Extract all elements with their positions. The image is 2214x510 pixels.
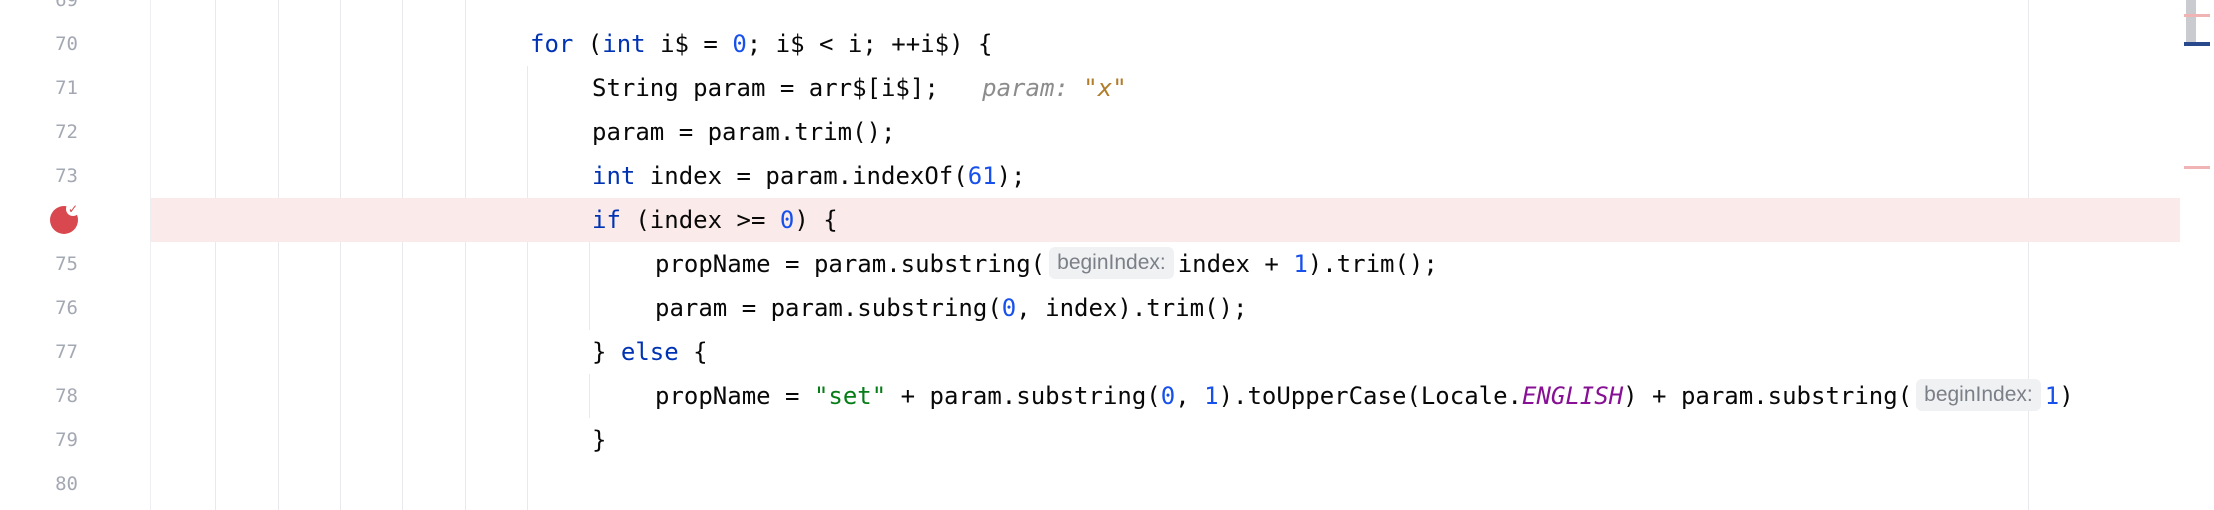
number-literal: 0	[732, 30, 747, 58]
string-literal: "set"	[813, 382, 887, 410]
code-text: propName = param.substring(beginIndex: in…	[655, 242, 1438, 286]
number-literal: 61	[967, 162, 997, 190]
number-literal: 0	[779, 206, 795, 234]
keyword: else	[620, 338, 679, 366]
code-token: (index >=	[620, 206, 780, 234]
code-token: ) + param.substring(	[1623, 382, 1913, 410]
code-token: param = param.substring(	[655, 294, 1002, 322]
code-token: )	[2059, 382, 2074, 410]
code-token: {	[678, 338, 708, 366]
code-token: propName =	[655, 382, 814, 410]
error-stripe-marker[interactable]	[2184, 14, 2210, 17]
code-line-78[interactable]: propName = "set" + param.substring(0, 1)…	[0, 374, 2214, 418]
code-text: if (index >= 0) {	[592, 198, 838, 242]
parameter-hint: beginIndex:	[1916, 379, 2041, 411]
code-token: ; i$ < i; ++i$) {	[746, 30, 993, 58]
parameter-hint: beginIndex:	[1049, 247, 1174, 279]
code-text: for (int i$ = 0; i$ < i; ++i$) {	[530, 22, 992, 66]
code-token: ) {	[794, 206, 838, 234]
code-text: propName = "set" + param.substring(0, 1)…	[655, 374, 2074, 418]
error-stripe-marker[interactable]	[2184, 166, 2210, 169]
keyword: int	[602, 30, 646, 58]
code-token: ).toUpperCase(Locale.	[1218, 382, 1522, 410]
code-line-76[interactable]: param = param.substring(0, index).trim()…	[0, 286, 2214, 330]
code-line-70[interactable]: for (int i$ = 0; i$ < i; ++i$) {	[0, 22, 2214, 66]
keyword: for	[530, 30, 574, 58]
code-token: (	[573, 30, 603, 58]
code-token: ).trim();	[1307, 250, 1438, 278]
code-token: }	[592, 338, 621, 366]
code-text: param = param.substring(0, index).trim()…	[655, 286, 1247, 330]
code-text: param = param.trim();	[592, 118, 896, 146]
line-number[interactable]: 69	[0, 0, 78, 22]
code-text: int index = param.indexOf(61);	[592, 154, 1026, 198]
number-literal: 0	[1001, 294, 1017, 322]
number-literal: 1	[1293, 250, 1308, 278]
code-text: }	[592, 426, 607, 454]
code-line-79[interactable]: }	[0, 418, 2214, 462]
inline-value-name: param:	[982, 74, 1069, 102]
inline-debug-value: param: "x"	[939, 74, 1127, 102]
code-token: + param.substring(	[886, 382, 1161, 410]
code-line-77[interactable]: } else {	[0, 330, 2214, 374]
code-token: );	[996, 162, 1026, 190]
keyword: if	[592, 206, 621, 234]
code-token: index = param.indexOf(	[635, 162, 968, 190]
code-text: } else {	[592, 330, 708, 374]
constant: ENGLISH	[1522, 382, 1624, 410]
inline-value: "x"	[1083, 74, 1127, 102]
code-token: String param = arr$[i$];	[592, 74, 939, 102]
caret-stripe-marker[interactable]	[2184, 42, 2210, 46]
scrollbar[interactable]	[2180, 0, 2214, 510]
scrollbar-thumb[interactable]	[2186, 0, 2196, 42]
code-token: index +	[1177, 250, 1294, 278]
code-line-80[interactable]	[0, 462, 2214, 506]
number-literal: 1	[2044, 382, 2060, 410]
keyword: int	[592, 162, 636, 190]
number-literal: 0	[1160, 382, 1176, 410]
code-line-73[interactable]: int index = param.indexOf(61);	[0, 154, 2214, 198]
number-literal: 1	[1204, 382, 1219, 410]
code-line-72[interactable]: param = param.trim();	[0, 110, 2214, 154]
code-token: ,	[1175, 382, 1205, 410]
code-text: String param = arr$[i$]; param: "x"	[592, 66, 1127, 110]
code-token: propName = param.substring(	[655, 250, 1046, 278]
code-line-74[interactable]: if (index >= 0) {	[0, 198, 2214, 242]
code-line-71[interactable]: String param = arr$[i$]; param: "x"	[0, 66, 2214, 110]
code-token: , index).trim();	[1016, 294, 1248, 322]
code-token: i$ =	[645, 30, 733, 58]
code-line-75[interactable]: propName = param.substring(beginIndex: in…	[0, 242, 2214, 286]
